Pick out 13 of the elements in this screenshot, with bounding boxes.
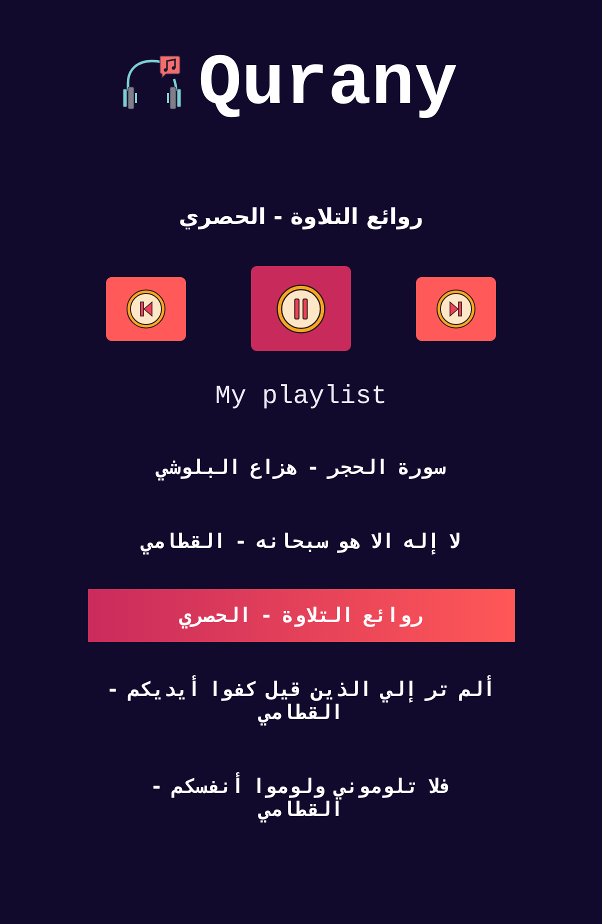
app-title: Qurany: [198, 44, 458, 124]
skip-back-icon: [126, 288, 166, 328]
playlist-item[interactable]: لا إله الا هو سبحانه - القطامي: [88, 515, 514, 568]
playlist-item[interactable]: روائع التلاوة - الحصري: [88, 589, 514, 642]
next-button[interactable]: [416, 276, 496, 340]
playlist-item[interactable]: ألم تر إلي الذين قيل كفوا أيديكم - القطامي: [88, 663, 514, 739]
previous-button[interactable]: [106, 276, 186, 340]
playlist-item[interactable]: فلا تلوموني ولوموا أنفسكم - القطامي: [88, 760, 514, 836]
playlist-title: My playlist: [215, 380, 387, 413]
pause-button[interactable]: [251, 266, 351, 351]
playlist-item[interactable]: سورة الحجر - هزاع البلوشي: [88, 441, 514, 494]
now-playing-title: روائع التلاوة - الحصري: [178, 204, 424, 232]
skip-forward-icon: [436, 288, 476, 328]
